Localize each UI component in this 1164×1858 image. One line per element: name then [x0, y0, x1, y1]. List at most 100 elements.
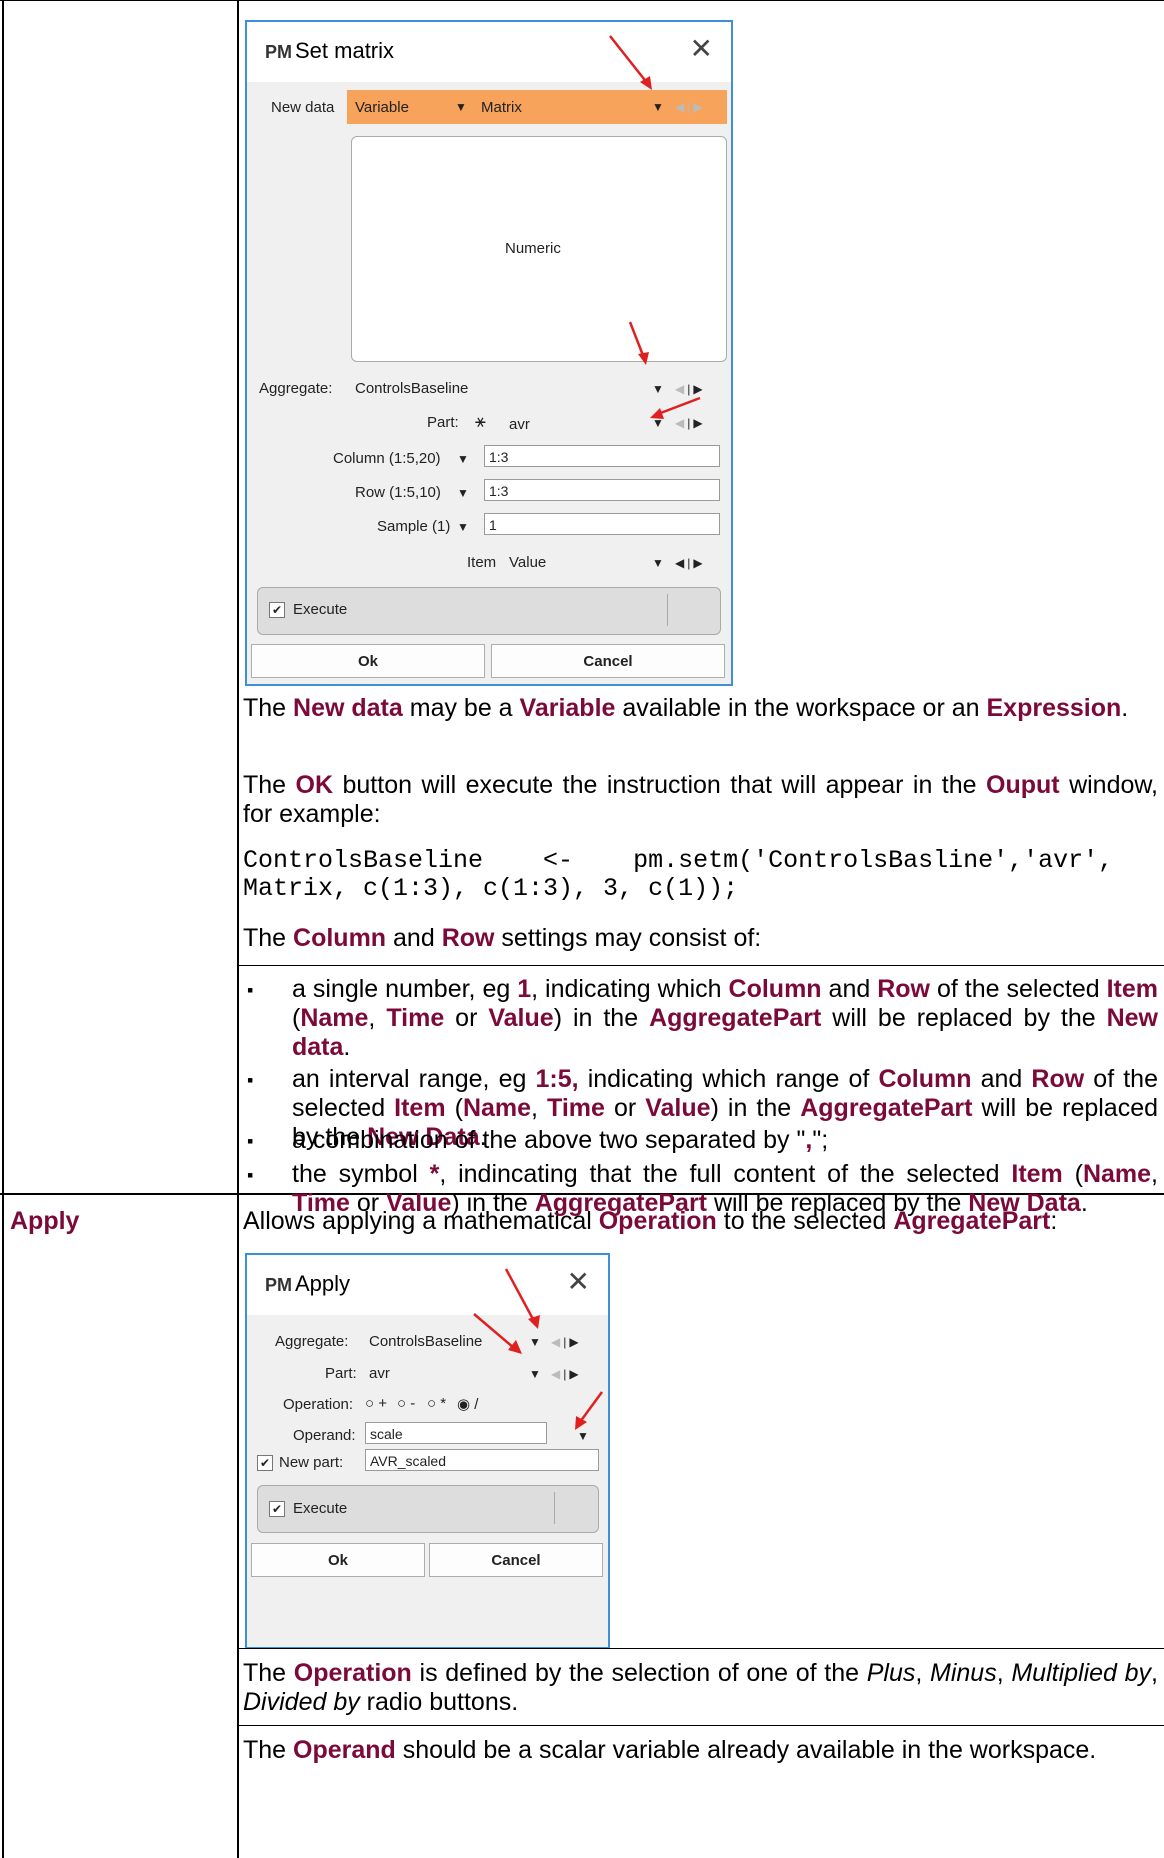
highlighted-term: Item: [1011, 1160, 1063, 1188]
apply-intro-paragraph: Allows applying a mathematical Operation…: [243, 1207, 1158, 1236]
italic-term: Multiplied by: [1011, 1659, 1152, 1687]
nav-arrows-icon[interactable]: ◀|▶: [675, 100, 706, 114]
list-item[interactable]: Numeric: [505, 240, 561, 257]
text-segment: a single number, eg: [292, 975, 518, 1003]
operation-radio-multiply[interactable]: ○ *: [427, 1395, 446, 1412]
part-value[interactable]: avr: [369, 1365, 390, 1382]
execute-checkbox[interactable]: ✔: [269, 1501, 285, 1517]
operand-input[interactable]: scale: [365, 1422, 547, 1444]
document-page: PM Set matrix ✕ New data Variable ▼ Matr…: [0, 0, 1164, 1858]
execute-label: Execute: [293, 601, 348, 618]
text-segment: The: [243, 771, 296, 799]
nav-arrows-icon[interactable]: ◀|▶: [675, 556, 706, 570]
chevron-down-icon[interactable]: ▼: [529, 1335, 541, 1349]
text-segment: a combination of the above two separated…: [292, 1126, 806, 1154]
red-arrow-icon: [473, 1313, 522, 1354]
highlighted-term: Name: [462, 1094, 532, 1122]
text-segment: Allows applying a mathematical: [243, 1207, 599, 1235]
chevron-down-icon[interactable]: ▼: [652, 556, 664, 570]
new-data-label: New data: [271, 99, 335, 116]
cancel-button[interactable]: Cancel: [429, 1543, 603, 1577]
text-segment: The: [243, 1736, 294, 1764]
chevron-down-icon[interactable]: ▼: [529, 1367, 541, 1381]
italic-term: Minus: [930, 1659, 997, 1687]
highlighted-term: Column: [293, 924, 387, 952]
highlighted-term: Row: [1031, 1065, 1085, 1093]
bullet-icon: ▪: [247, 1131, 254, 1151]
text-segment: and: [971, 1065, 1032, 1093]
p-divider: [237, 1648, 1164, 1649]
text-segment: ) in the: [553, 1004, 650, 1032]
dialog-title-bar: PM Apply ✕: [247, 1255, 608, 1315]
highlighted-term: 1:5,: [535, 1065, 579, 1093]
chevron-down-icon[interactable]: ▼: [457, 452, 469, 466]
text-segment: should be a scalar variable already avai…: [395, 1736, 1097, 1764]
row-input[interactable]: 1:3: [484, 479, 720, 501]
new-part-checkbox[interactable]: ✔: [257, 1455, 273, 1471]
text-segment: The: [243, 694, 294, 722]
execute-checkbox[interactable]: ✔: [269, 602, 285, 618]
operation-paragraph: The Operation is defined by the selectio…: [243, 1659, 1158, 1717]
text-segment: of the selected: [930, 975, 1107, 1003]
close-icon[interactable]: ✕: [690, 32, 713, 65]
dialog-title: Set matrix: [295, 38, 395, 63]
new-data-value-select[interactable]: Matrix: [481, 99, 522, 116]
highlighted-term: Item: [1106, 975, 1159, 1003]
chevron-down-icon[interactable]: ▼: [455, 100, 467, 114]
highlighted-term: Operand: [293, 1736, 396, 1764]
ok-button-paragraph: The OK button will execute the instructi…: [243, 771, 1158, 829]
ok-button[interactable]: Ok: [251, 1543, 425, 1577]
execute-panel-divider: [554, 1492, 555, 1524]
chevron-down-icon[interactable]: ▼: [457, 486, 469, 500]
bullets-top-line: [237, 965, 1164, 966]
red-arrow-icon: [575, 1391, 604, 1430]
part-label: Part:: [325, 1365, 357, 1382]
highlighted-term: Value: [645, 1094, 711, 1122]
sample-label: Sample (1): [377, 518, 451, 535]
table-column-divider: [237, 0, 239, 1858]
cancel-button[interactable]: Cancel: [491, 644, 725, 678]
highlighted-term: Row: [877, 975, 931, 1003]
new-data-type-select[interactable]: Variable: [355, 99, 409, 116]
nav-arrows-icon[interactable]: ◀|▶: [551, 1335, 582, 1349]
text-segment: settings may consist of:: [494, 924, 762, 952]
apply-term: Apply: [10, 1207, 80, 1235]
code-example-line1: ControlsBaseline <- pm.setm('ControlsBas…: [243, 846, 1114, 875]
part-value[interactable]: avr: [509, 416, 530, 433]
highlighted-term: OK: [295, 771, 334, 799]
operation-radio-divide[interactable]: ◉ /: [457, 1395, 478, 1413]
nav-arrows-icon[interactable]: ◀|▶: [551, 1367, 582, 1381]
text-segment: ,: [1151, 1659, 1158, 1687]
column-input[interactable]: 1:3: [484, 445, 720, 467]
text-segment: the symbol: [292, 1160, 430, 1188]
text-segment: (: [1062, 1160, 1083, 1188]
chevron-down-icon[interactable]: ▼: [652, 100, 664, 114]
ok-button[interactable]: Ok: [251, 644, 485, 678]
pmod-logo-icon: PM: [265, 42, 292, 62]
bullet-item: a combination of the above two separated…: [292, 1126, 1158, 1155]
chevron-down-icon[interactable]: ▼: [457, 520, 469, 534]
highlighted-term: *: [429, 1160, 440, 1188]
pmod-logo-icon: PM: [265, 1275, 292, 1295]
aggregate-value[interactable]: ControlsBaseline: [369, 1333, 482, 1350]
operation-radio-plus[interactable]: ○ +: [365, 1395, 387, 1412]
close-icon[interactable]: ✕: [567, 1265, 590, 1298]
text-segment: :: [1050, 1207, 1058, 1235]
text-segment: to the selected: [716, 1207, 894, 1235]
operand-paragraph: The Operand should be a scalar variable …: [243, 1736, 1158, 1765]
sample-input[interactable]: 1: [484, 513, 720, 535]
red-arrow-icon: [650, 396, 701, 419]
operation-radio-minus[interactable]: ○ -: [397, 1395, 415, 1412]
set-matrix-dialog: PM Set matrix ✕ New data Variable ▼ Matr…: [245, 20, 733, 686]
highlighted-term: Item: [394, 1094, 446, 1122]
aggregate-label: Aggregate:: [259, 380, 333, 397]
item-label: Item: [467, 554, 497, 571]
part-link-icon: ⚹: [475, 411, 486, 431]
text-segment: .: [1121, 694, 1129, 722]
item-value[interactable]: Value: [509, 554, 546, 571]
execute-panel-divider: [667, 594, 668, 626]
aggregate-value[interactable]: ControlsBaseline: [355, 380, 468, 397]
row-label: Row (1:5,10): [355, 484, 441, 501]
highlighted-term: Operation: [293, 1659, 412, 1687]
new-part-input[interactable]: AVR_scaled: [365, 1449, 599, 1471]
